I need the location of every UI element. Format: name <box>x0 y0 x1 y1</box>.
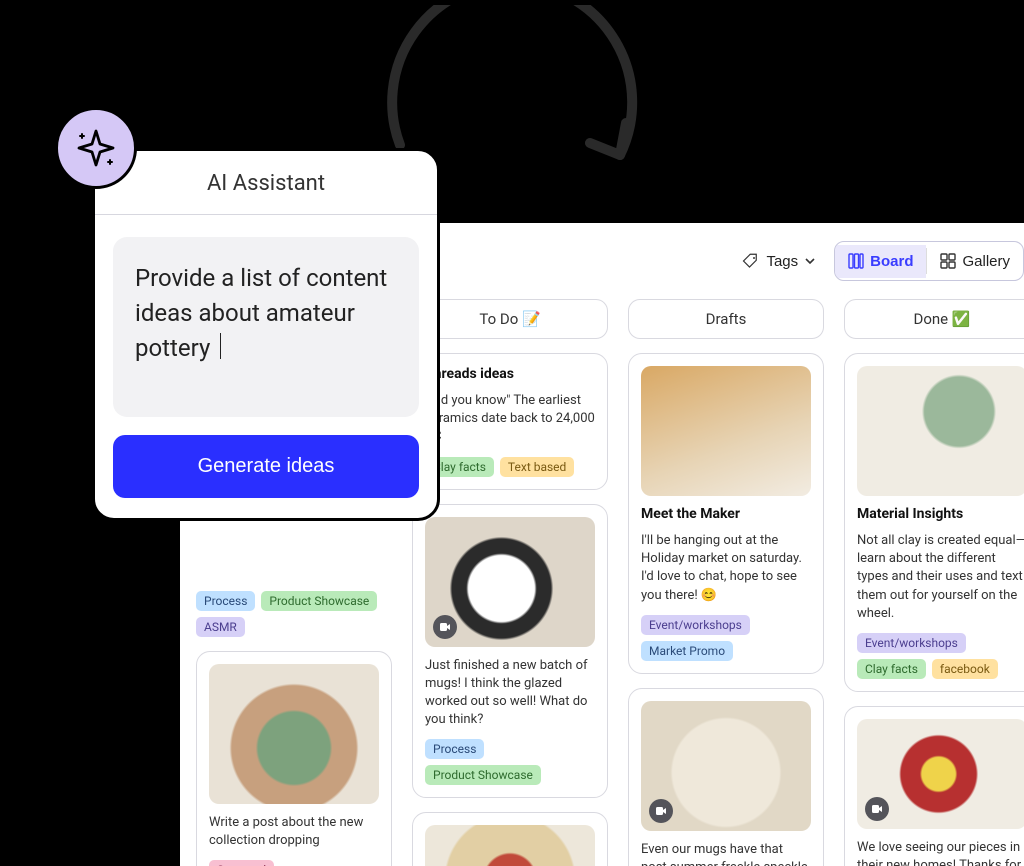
board-view-button[interactable]: Board <box>835 245 926 278</box>
text-cursor <box>220 333 221 359</box>
board-icon <box>848 253 864 269</box>
tag-event[interactable]: Event/workshops <box>641 615 750 635</box>
tag-promo[interactable]: Market Promo <box>641 641 733 661</box>
card-image <box>857 366 1024 496</box>
gallery-icon <box>940 253 956 269</box>
tag-process[interactable]: Process <box>425 739 484 759</box>
media-badge <box>433 615 457 639</box>
media-badge <box>865 797 889 821</box>
column-drafts: Drafts Meet the Maker I'll be hanging ou… <box>628 299 824 866</box>
tags-label: Tags <box>766 253 798 270</box>
column-done: Done ✅ Material Insights Not all clay is… <box>844 299 1024 866</box>
card-text: Even our mugs have that post summer frec… <box>641 841 811 866</box>
media-badge <box>649 799 673 823</box>
card-text: Just finished a new batch of mugs! I thi… <box>425 657 595 730</box>
tag-showcase[interactable]: Product Showcase <box>261 591 377 611</box>
tag-process[interactable]: Process <box>196 591 255 611</box>
sparkle-icon <box>75 127 117 169</box>
ai-assistant-modal: AI Assistant Provide a list of content i… <box>92 148 440 521</box>
card[interactable]: Threads ideas "Did you know" The earlies… <box>412 353 608 490</box>
column-header-drafts: Drafts <box>628 299 824 339</box>
card[interactable]: Just finished a new batch of mugs! I thi… <box>412 504 608 799</box>
ai-prompt-input[interactable]: Provide a list of content ideas about am… <box>113 237 419 417</box>
card-tags: Seasonal Product Showcase <box>209 860 379 866</box>
card[interactable]: Write a post about the new collection dr… <box>196 651 392 866</box>
card-image <box>425 825 595 866</box>
card-image <box>209 664 379 804</box>
card[interactable]: Just finished a new batch of mugs! I <box>412 812 608 866</box>
card-title: Threads ideas <box>425 366 595 382</box>
card[interactable]: We love seeing our pieces in their new h… <box>844 706 1024 866</box>
tag-textbased[interactable]: Text based <box>500 457 574 477</box>
generate-ideas-button[interactable]: Generate ideas <box>113 435 419 498</box>
card[interactable]: Meet the Maker I'll be hanging out at th… <box>628 353 824 674</box>
view-switch: Board Gallery <box>834 241 1024 281</box>
tag-icon <box>742 252 760 270</box>
board-label: Board <box>870 253 913 270</box>
column-header-todo: To Do 📝 <box>412 299 608 339</box>
tag-event[interactable]: Event/workshops <box>857 633 966 653</box>
card-text: "Did you know" The earliest ceramics dat… <box>425 392 595 447</box>
column-header-done: Done ✅ <box>844 299 1024 339</box>
card-text: Not all clay is created equal—learn abou… <box>857 532 1024 623</box>
tag-asmr[interactable]: ASMR <box>196 617 245 637</box>
column-todo: To Do 📝 Threads ideas "Did you know" The… <box>412 299 608 866</box>
card-tags: Clay facts Text based <box>425 457 595 477</box>
gallery-view-button[interactable]: Gallery <box>927 245 1023 278</box>
card[interactable]: Even our mugs have that post summer frec… <box>628 688 824 866</box>
gallery-label: Gallery <box>962 253 1010 270</box>
card-image <box>425 517 595 647</box>
tags-dropdown[interactable]: Tags <box>738 246 820 276</box>
tag-showcase[interactable]: Product Showcase <box>425 765 541 785</box>
card-text: Write a post about the new collection dr… <box>209 814 379 850</box>
chevron-down-icon <box>804 255 816 267</box>
card-tags: Process Product Showcase <box>425 739 595 785</box>
tag-facebook[interactable]: facebook <box>932 659 998 679</box>
card-title: Meet the Maker <box>641 506 811 522</box>
card-image <box>857 719 1024 829</box>
card-tags: Event/workshops Market Promo <box>641 615 811 661</box>
card[interactable]: Material Insights Not all clay is create… <box>844 353 1024 692</box>
card-text: We love seeing our pieces in their new h… <box>857 839 1024 866</box>
tag-clayfacts[interactable]: Clay facts <box>857 659 926 679</box>
ai-prompt-text: Provide a list of content ideas about am… <box>135 264 387 362</box>
card-tags: Process Product Showcase ASMR <box>196 591 392 637</box>
ai-modal-title: AI Assistant <box>95 151 437 215</box>
card-text: I'll be hanging out at the Holiday marke… <box>641 532 811 605</box>
card-title: Material Insights <box>857 506 1024 522</box>
card-image <box>641 701 811 831</box>
card-tags: Event/workshops Clay facts facebook <box>857 633 1024 679</box>
card-image <box>641 366 811 496</box>
ai-sparkle-badge <box>55 107 137 189</box>
tag-seasonal[interactable]: Seasonal <box>209 860 274 866</box>
